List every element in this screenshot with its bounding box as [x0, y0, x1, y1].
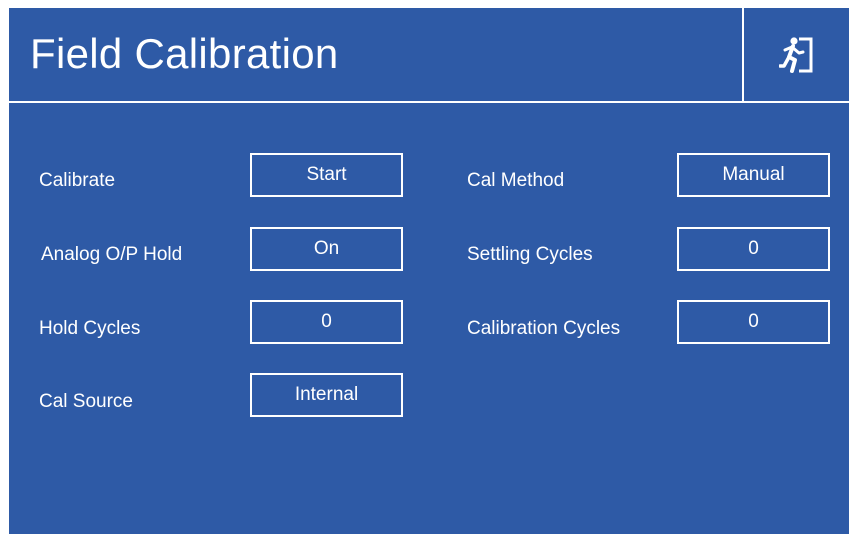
- exit-door-icon: [778, 36, 812, 73]
- analog-op-hold-field[interactable]: On: [250, 227, 403, 271]
- header-bar: Field Calibration: [9, 8, 849, 103]
- cal-method-field[interactable]: Manual: [677, 153, 830, 197]
- cal-source-label: Cal Source: [39, 391, 133, 412]
- calibration-cycles-label: Calibration Cycles: [467, 318, 621, 339]
- hold-cycles-field[interactable]: 0: [250, 300, 403, 344]
- cal-method-label: Cal Method: [467, 170, 565, 191]
- calibrate-start-button[interactable]: Start: [250, 153, 403, 197]
- calibration-screen: Field Calibration Calibrate Start Analog…: [9, 8, 849, 534]
- calibration-cycles-field[interactable]: 0: [677, 300, 830, 344]
- settling-cycles-label: Settling Cycles: [467, 244, 593, 265]
- analog-op-hold-label: Analog O/P Hold: [41, 244, 183, 265]
- hold-cycles-label: Hold Cycles: [39, 318, 141, 339]
- cal-source-field[interactable]: Internal: [250, 373, 403, 417]
- page-title: Field Calibration: [30, 30, 339, 77]
- calibrate-label: Calibrate: [39, 170, 116, 191]
- settling-cycles-field[interactable]: 0: [677, 227, 830, 271]
- exit-button[interactable]: [742, 8, 849, 101]
